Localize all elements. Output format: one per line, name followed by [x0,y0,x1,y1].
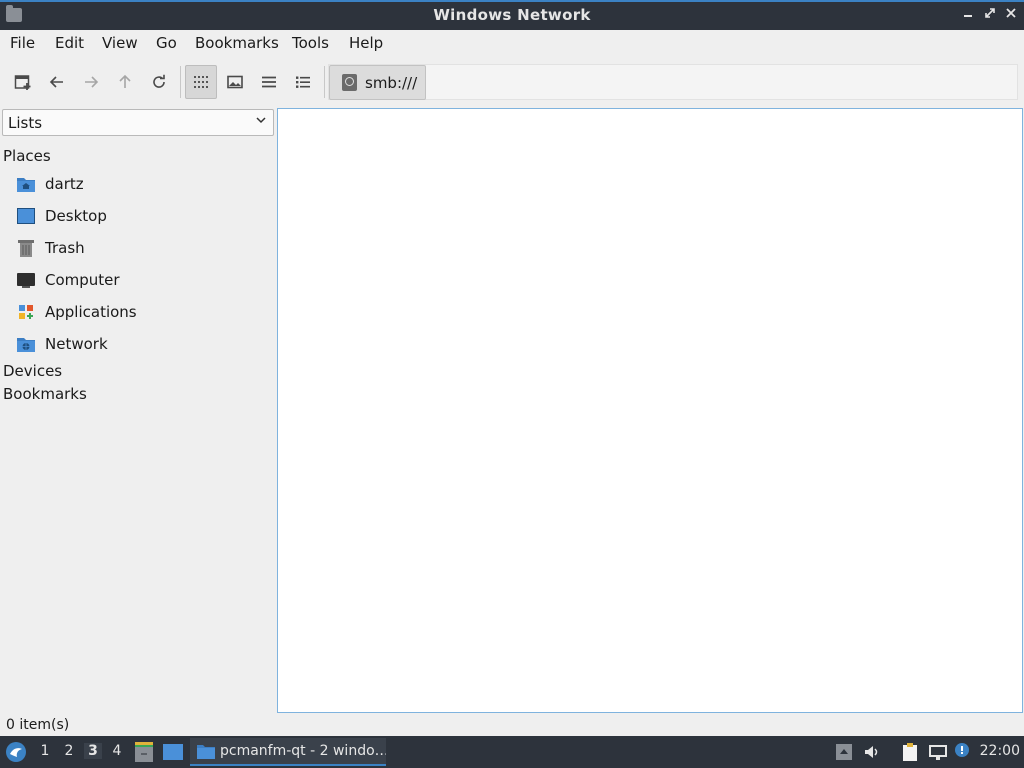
taskbar-window-pcmanfm[interactable]: pcmanfm-qt - 2 windo… [190,738,386,766]
forward-button[interactable] [75,65,107,99]
taskbar: 1 2 3 4 pcmanfm-qt - 2 windo… 22:00 [0,736,1024,768]
computer-icon [16,270,36,290]
info-icon [955,743,969,757]
clock[interactable]: 22:00 [980,743,1020,759]
lxqt-logo-icon [6,742,26,762]
arrow-right-icon [85,76,99,88]
taskbar-window-label: pcmanfm-qt - 2 windo… [220,743,386,759]
up-button[interactable] [109,65,141,99]
menu-edit[interactable]: Edit [55,34,84,52]
sidebar-item-label: Computer [45,271,120,289]
grid-icon [194,76,208,88]
image-icon [227,75,243,89]
path-bar[interactable] [328,64,1018,100]
detailed-list-view-button[interactable] [287,65,319,99]
file-cabinet-icon [135,742,153,762]
sidebar-item-trash[interactable]: Trash [16,236,85,260]
title-bar: Windows Network [0,0,1024,30]
list-icon [296,76,310,88]
minimize-button[interactable] [958,6,978,26]
restore-icon [985,8,995,18]
workspace-3[interactable]: 3 [84,743,102,759]
maximize-button[interactable] [980,6,1000,26]
menu-file[interactable]: File [10,34,35,52]
devices-heading[interactable]: Devices [3,362,62,380]
lines-icon [262,76,276,88]
sidebar-item-applications[interactable]: Applications [16,300,137,324]
close-button[interactable] [1001,6,1021,26]
sidebar-item-dartz[interactable]: dartz [16,172,84,196]
bookmarks-heading[interactable]: Bookmarks [3,385,87,403]
sidebar-item-label: Desktop [45,207,107,225]
side-pane-mode-value: Lists [8,114,43,132]
status-text: 0 item(s) [6,717,70,733]
home-folder-icon [16,174,36,194]
network-status-button[interactable] [928,742,948,762]
arrow-up-icon [119,74,131,88]
sidebar-item-network[interactable]: Network [16,332,108,356]
workspace-1[interactable]: 1 [36,743,54,759]
volume-button[interactable] [862,742,882,762]
window-title: Windows Network [433,6,591,24]
desktop-icon [163,744,183,760]
chevron-up-icon [836,744,852,760]
network-folder-icon [16,334,36,354]
close-icon [1006,8,1016,18]
show-desktop-button[interactable] [162,742,184,766]
workspace-2[interactable]: 2 [60,743,78,759]
new-tab-icon [14,75,31,90]
back-button[interactable] [41,65,73,99]
menu-help[interactable]: Help [349,34,383,52]
start-menu-button[interactable] [5,741,27,767]
menu-go[interactable]: Go [156,34,177,52]
menu-bar: File Edit View Go Bookmarks Tools Help [0,30,1024,56]
menu-tools[interactable]: Tools [292,34,329,52]
toolbar-separator [324,66,325,98]
updates-notifier-button[interactable] [952,742,972,762]
applications-icon [16,302,36,322]
sidebar-item-label: dartz [45,175,84,193]
network-wired-icon [929,745,947,760]
trash-icon [16,238,36,258]
path-segment-button[interactable]: smb:/// [329,65,426,100]
sidebar-item-computer[interactable]: Computer [16,268,120,292]
places-heading[interactable]: Places [3,147,51,165]
sidebar-item-desktop[interactable]: Desktop [16,204,107,228]
side-pane-mode-select[interactable]: Lists [2,109,274,136]
workspace-4[interactable]: 4 [108,743,126,759]
speaker-icon [865,746,878,758]
path-segment-label: smb:/// [365,73,418,92]
sidebar-item-label: Trash [45,239,85,257]
thumbnail-view-button[interactable] [219,65,251,99]
clipboard-button[interactable] [900,742,920,762]
desktop-icon [16,206,36,226]
file-manager-launcher[interactable] [134,741,154,767]
chevron-down-icon [255,114,267,130]
icon-view-button[interactable] [185,65,217,99]
folder-view[interactable] [277,108,1023,713]
clipboard-icon [903,743,917,761]
menu-view[interactable]: View [102,34,138,52]
folder-icon [197,745,215,759]
network-drive-icon [342,74,357,91]
minimize-icon [964,15,972,17]
reload-icon [153,74,165,88]
toolbar-separator [180,66,181,98]
tray-expand-button[interactable] [834,742,854,762]
new-tab-button[interactable] [7,65,39,99]
sidebar-item-label: Network [45,335,108,353]
menu-bookmarks[interactable]: Bookmarks [195,34,279,52]
reload-button[interactable] [143,65,175,99]
compact-view-button[interactable] [253,65,285,99]
arrow-left-icon [49,76,63,88]
sidebar-item-label: Applications [45,303,137,321]
